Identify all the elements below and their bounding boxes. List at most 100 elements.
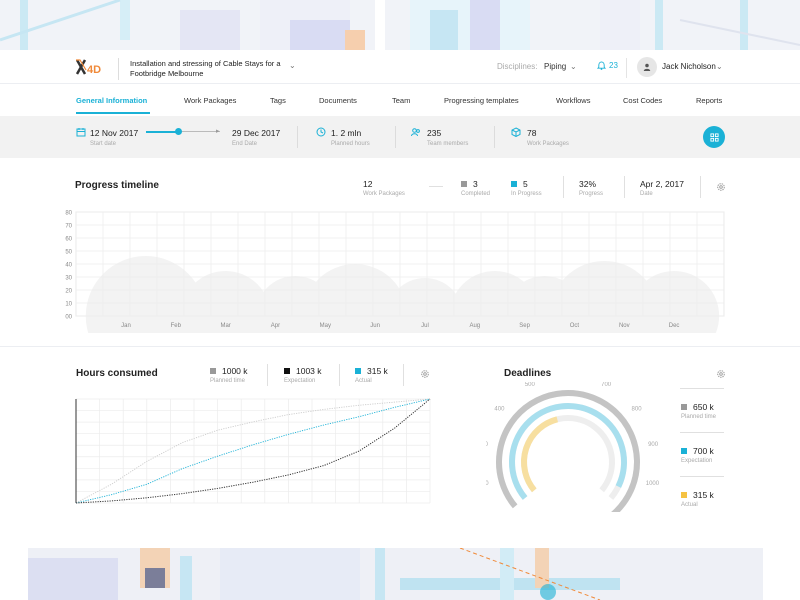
gauge-scale-label: 1000 [646,481,660,487]
gauge-scale-label: 300 [486,442,489,448]
x4d-logo: 4D [76,59,101,76]
gear-icon[interactable] [716,182,726,192]
x-tick-label: Jan [121,323,131,329]
yellow-square-icon [681,492,687,498]
y-tick-label: 70 [65,224,72,230]
stat-work-packages-label: Work Packages [363,191,405,197]
tab-documents[interactable]: Documents [319,96,357,105]
active-tab-indicator [76,112,150,114]
legend-separator [680,476,724,477]
gray-square-icon [681,404,687,410]
y-tick-label: 50 [65,250,72,256]
pipes-illustration-bottom [0,548,800,600]
info-separator [395,126,396,148]
tab-cost-codes[interactable]: Cost Codes [623,96,662,105]
arrow-right-icon: ▸ [216,128,220,135]
project-title[interactable]: Installation and stressing of Cable Stay… [130,59,290,79]
completed-count: 3 [473,179,478,189]
avatar[interactable] [637,57,657,77]
gauge-scale-label: 400 [494,406,505,412]
gauge-arc-actual [521,416,559,493]
stat-completed-value: 3 [461,179,478,189]
stat-dash [429,186,443,187]
x-tick-label: Mar [220,323,230,329]
blue-square-icon [511,181,517,187]
chevron-down-icon[interactable]: ⌄ [289,61,296,70]
team-members-label: Team members [427,141,469,147]
tab-workflows[interactable]: Workflows [556,96,590,105]
x-tick-label: May [320,323,331,329]
progress-timeline-title: Progress timeline [75,180,159,191]
user-icon [643,63,651,71]
gear-icon[interactable] [716,369,726,379]
hours-expectation-number: 1003 k [296,366,322,376]
tab-tags[interactable]: Tags [270,96,286,105]
stat-completed-label: Completed [461,191,491,197]
project-info-bar: 12 Nov 2017 Start date ▸ 29 Dec 2017 End… [0,116,800,158]
deadline-expectation-value: 700 k [681,446,714,456]
svg-text:4D: 4D [87,64,101,76]
bell-icon [597,61,606,70]
deadline-actual-number: 315 k [693,490,714,500]
blue-square-icon [355,368,361,374]
notifications-button[interactable]: 23 [597,61,618,70]
tab-progressing-templates[interactable]: Progressing templates [444,96,519,105]
grid-icon [709,132,719,142]
package-icon [511,127,521,137]
disciplines-label: Disciplines: [497,62,538,71]
header-illustration [0,0,800,50]
chevron-down-icon[interactable]: ⌄ [570,62,577,71]
y-tick-label: 60 [65,237,72,243]
tab-work-packages[interactable]: Work Packages [184,96,236,105]
work-packages-label: Work Packages [527,141,569,147]
hours-actual-value: 315 k [355,366,388,376]
stat-separator [339,364,340,386]
deadline-actual-label: Actual [681,502,698,508]
hours-expectation-value: 1003 k [284,366,322,376]
deadlines-gauge-chart: 10020030040050060070080090010001100 [486,382,660,512]
hours-expectation-label: Expectation [284,378,316,384]
stat-separator [267,364,268,386]
planned-hours-label: Planned hours [331,141,370,147]
pipes-illustration-top [0,0,800,50]
team-members-value: 235 [427,128,442,138]
tab-team[interactable]: Team [392,96,410,105]
section-divider [0,346,800,347]
tab-bar: General Information Work Packages Tags D… [0,84,800,116]
x-tick-label: Jul [421,323,429,329]
end-date-label: End Date [232,141,258,147]
hours-consumed-chart [75,398,431,504]
tab-reports[interactable]: Reports [696,96,722,105]
stat-progress-label: Progress [579,191,604,197]
hours-planned-value: 1000 k [210,366,248,376]
tab-general-information[interactable]: General Information [76,96,147,105]
stat-separator [700,176,701,198]
top-header: 4D Installation and stressing of Cable S… [0,50,800,84]
hours-planned-label: Planned time [210,378,246,384]
header-separator [626,58,627,78]
gauge-scale-label: 700 [601,382,612,388]
blue-square-icon [681,448,687,454]
x-tick-label: Jun [370,323,380,329]
x-tick-label: Feb [171,323,182,329]
calendar-icon [76,128,86,137]
user-name[interactable]: Jack Nicholson [662,62,716,71]
gauge-scale-label: 200 [486,481,489,487]
disciplines-select[interactable]: Piping [544,62,566,71]
footer-illustration [0,548,800,600]
stat-work-packages-value: 12 [363,179,373,189]
x-tick-label: Aug [469,323,480,329]
end-date-value: 29 Dec 2017 [232,128,281,138]
grid-view-button[interactable] [703,126,725,148]
deadline-planned-label: Planned time [681,414,717,420]
series-line-expectation [75,398,431,504]
y-tick-label: 80 [65,211,72,217]
x-tick-label: Oct [570,323,580,329]
deadline-planned-number: 650 k [693,402,714,412]
gear-icon[interactable] [420,369,430,379]
date-range-handle[interactable] [174,128,182,135]
x-tick-label: Dec [669,323,680,329]
chevron-down-icon[interactable]: ⌄ [716,62,723,71]
stat-in-progress-value: 5 [511,179,528,189]
deadline-actual-value: 315 k [681,490,714,500]
